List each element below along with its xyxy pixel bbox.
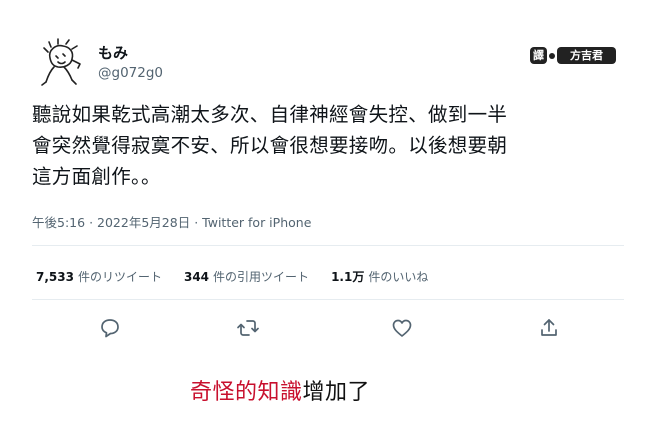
stat-label: 件のリツイート <box>77 270 162 284</box>
watermark-dot <box>549 52 555 59</box>
tweet-source[interactable]: Twitter for iPhone <box>202 215 311 230</box>
stat-number: 1.1万 <box>331 270 365 284</box>
stat-label: 件の引用ツイート <box>213 270 310 284</box>
doodle-character-avatar-icon[interactable] <box>36 38 86 88</box>
stat-number: 344 <box>183 270 210 284</box>
meta-separator: · <box>194 215 199 230</box>
tweet-action-bar <box>0 314 657 342</box>
divider <box>32 299 624 300</box>
stat-label: 件のいいね <box>368 270 429 284</box>
tweet-time[interactable]: 午後5:16 <box>32 215 85 230</box>
watermark-label-2: 方吉君 <box>557 47 616 64</box>
caption-highlight: 奇怪的知識 <box>190 380 303 405</box>
caption-text: 增加了 <box>302 380 371 405</box>
stat-quote-tweets[interactable]: 344 件の引用ツイート <box>184 268 309 285</box>
user-handle[interactable]: @g072g0 <box>98 65 163 81</box>
stat-retweets[interactable]: 7,533 件のリツイート <box>36 268 162 285</box>
tweet-text: 聽說如果乾式高潮太多次、自律神經會失控、做到一半 會突然覺得寂寞不安、所以會很想… <box>32 103 508 188</box>
tweet-date[interactable]: 2022年5月28日 <box>97 215 190 230</box>
stat-likes[interactable]: 1.1万 件のいいね <box>331 268 428 285</box>
retweet-icon[interactable] <box>236 316 260 340</box>
divider <box>32 245 624 246</box>
meta-separator: · <box>89 215 94 230</box>
translator-watermark: 譯 方吉君 <box>530 46 616 65</box>
display-name[interactable]: もみ <box>98 42 128 63</box>
tweet-stats: 7,533 件のリツイート 344 件の引用ツイート 1.1万 件のいいね <box>36 268 428 285</box>
tweet-meta: 午後5:16 · 2022年5月28日 · Twitter for iPhone <box>32 212 311 231</box>
caption: 奇怪的知識增加了 <box>190 374 370 406</box>
reply-icon[interactable] <box>98 316 122 340</box>
watermark-label-1: 譯 <box>530 47 547 64</box>
like-icon[interactable] <box>390 316 414 340</box>
share-icon[interactable] <box>537 316 561 340</box>
stat-number: 7,533 <box>36 270 74 284</box>
